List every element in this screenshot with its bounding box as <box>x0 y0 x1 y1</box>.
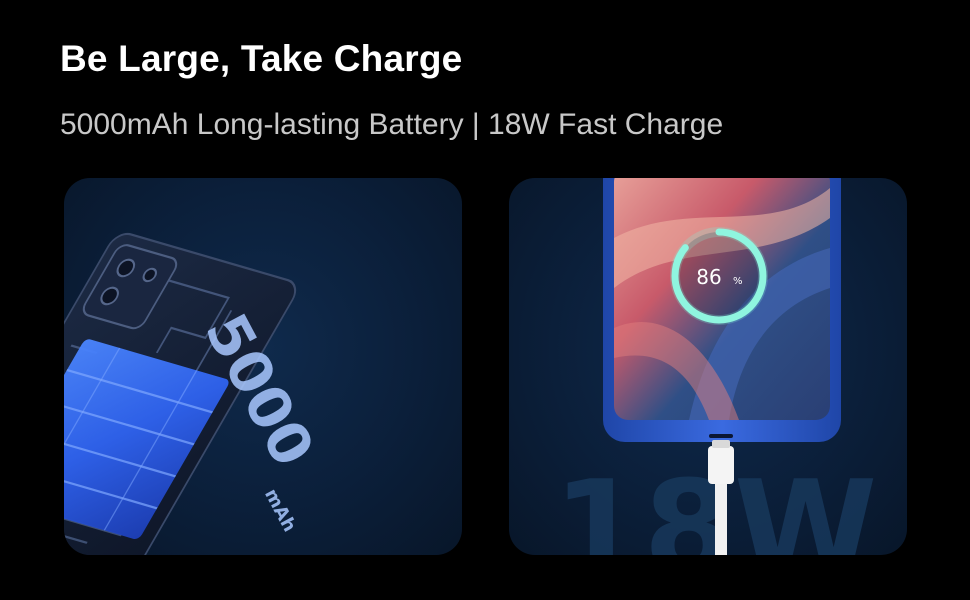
battery-panel: 5000 mAh <box>64 178 462 555</box>
headline: Be Large, Take Charge <box>60 38 463 79</box>
battery-phone-illustration: 5000 mAh <box>64 232 327 555</box>
charge-panel: 18W 86 % <box>509 178 907 555</box>
subheadline: 5000mAh Long-lasting Battery | 18W Fast … <box>60 108 724 141</box>
charging-port <box>709 434 733 438</box>
battery-capacity-unit: mAh <box>260 485 300 535</box>
charging-phone-illustration: 18W 86 % <box>553 178 877 555</box>
charge-indicator: 86 % <box>670 227 768 325</box>
charge-percent-number: 86 <box>696 265 721 289</box>
charge-percent-symbol: % <box>733 276 743 287</box>
